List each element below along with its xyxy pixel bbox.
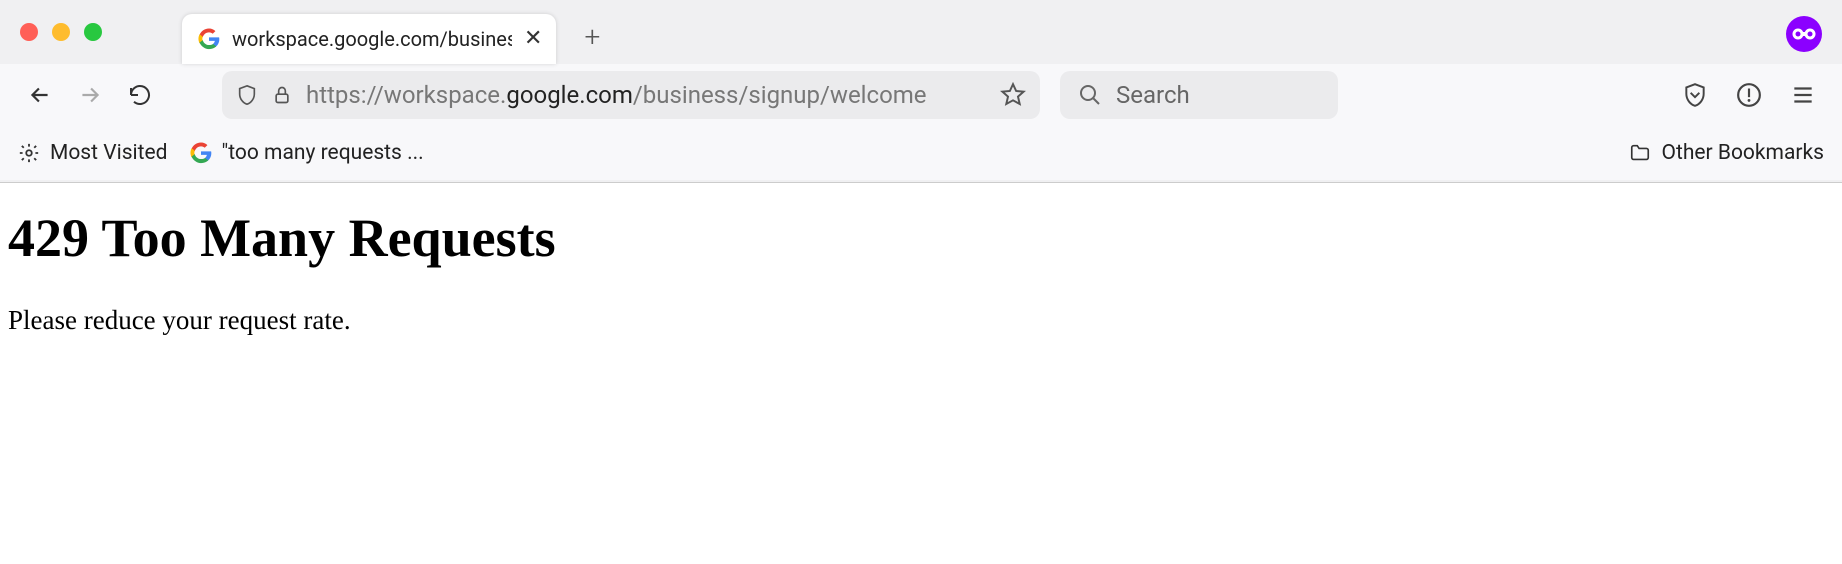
tab-strip: workspace.google.com/business ✕ + (0, 0, 1842, 64)
arrow-right-icon (77, 82, 103, 108)
toolbar-right (1682, 82, 1824, 108)
bookmark-label: Most Visited (50, 141, 168, 165)
arrow-left-icon (27, 82, 53, 108)
tab-title: workspace.google.com/business (232, 27, 512, 51)
url-host: google.com (506, 81, 633, 109)
url-path: /business/signup/welcome (633, 81, 927, 109)
google-icon (198, 28, 220, 50)
search-icon (1078, 83, 1102, 107)
search-placeholder: Search (1116, 81, 1190, 109)
window-maximize-button[interactable] (84, 23, 102, 41)
lock-icon[interactable] (272, 84, 292, 106)
window-minimize-button[interactable] (52, 23, 70, 41)
new-tab-button[interactable]: + (584, 20, 600, 53)
error-heading: 429 Too Many Requests (8, 207, 1834, 269)
bookmark-too-many-requests[interactable]: "too many requests ... (190, 141, 424, 165)
address-bar[interactable]: https://workspace.google.com/business/si… (222, 71, 1040, 119)
shield-icon[interactable] (236, 83, 258, 107)
tab-close-icon[interactable]: ✕ (524, 28, 542, 50)
forward-button[interactable] (68, 73, 112, 117)
profile-badge[interactable] (1786, 16, 1822, 52)
pocket-icon[interactable] (1682, 82, 1708, 108)
page-content: 429 Too Many Requests Please reduce your… (0, 183, 1842, 352)
bookmark-other-bookmarks[interactable]: Other Bookmarks (1628, 141, 1824, 165)
bookmarks-bar: Most Visited "too many requests ... Othe… (0, 126, 1842, 180)
bookmark-most-visited[interactable]: Most Visited (18, 141, 168, 165)
url-protocol: https:// (306, 81, 384, 109)
reload-icon (128, 83, 152, 107)
window-close-button[interactable] (20, 23, 38, 41)
bookmark-label: Other Bookmarks (1662, 141, 1824, 165)
url-prehost: workspace. (384, 81, 507, 109)
google-icon (190, 142, 212, 164)
gear-icon (18, 142, 40, 164)
search-box[interactable]: Search (1060, 71, 1338, 119)
bookmark-label: "too many requests ... (222, 141, 424, 165)
extensions-icon[interactable] (1736, 82, 1762, 108)
folder-icon (1628, 142, 1652, 164)
url-text: https://workspace.google.com/business/si… (306, 81, 927, 109)
bookmark-star-icon[interactable] (1000, 82, 1026, 108)
window-controls (20, 23, 102, 41)
browser-tab[interactable]: workspace.google.com/business ✕ (182, 14, 556, 64)
toolbar: https://workspace.google.com/business/si… (0, 64, 1842, 126)
menu-icon[interactable] (1790, 82, 1816, 108)
error-body: Please reduce your request rate. (8, 305, 1834, 336)
back-button[interactable] (18, 73, 62, 117)
incognito-mask-icon (1792, 27, 1816, 41)
reload-button[interactable] (118, 73, 162, 117)
